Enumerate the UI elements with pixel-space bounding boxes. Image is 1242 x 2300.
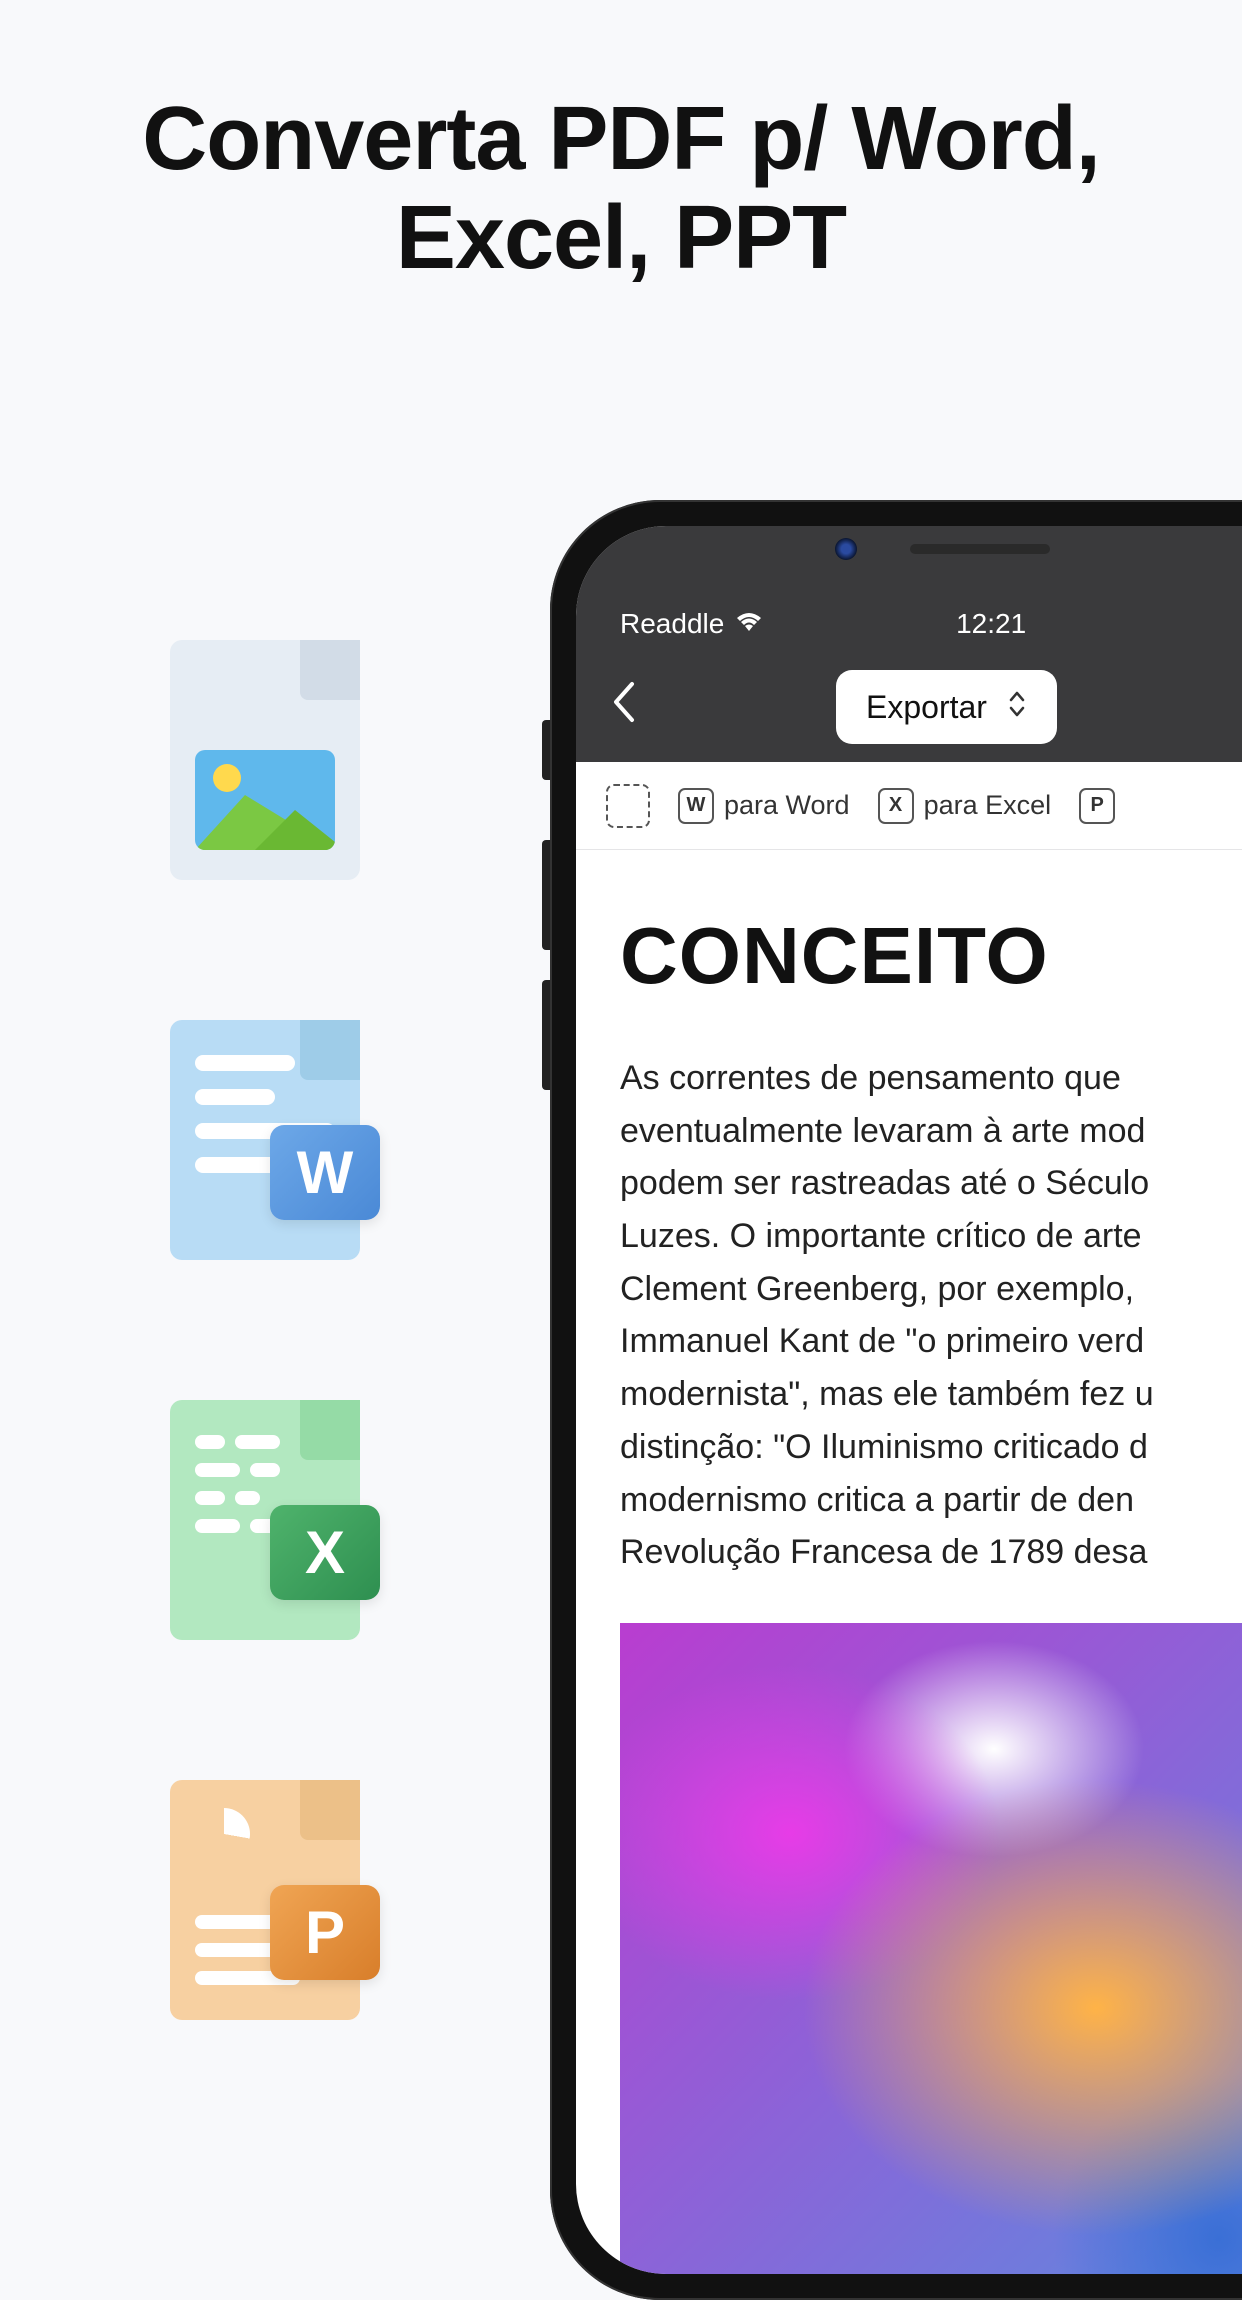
convert-to-word-button[interactable]: W para Word xyxy=(678,788,850,824)
phone-side-button xyxy=(542,720,550,780)
promo-headline: Converta PDF p/ Word, Excel, PPT xyxy=(0,0,1242,288)
word-format-badge: W xyxy=(678,788,714,824)
phone-side-button xyxy=(542,980,550,1090)
convert-option-label: para Word xyxy=(724,790,850,821)
document-embedded-image xyxy=(620,1623,1242,2274)
phone-camera-icon xyxy=(835,538,857,560)
phone-speaker-icon xyxy=(910,544,1050,554)
excel-badge-letter: X xyxy=(270,1505,380,1600)
selection-icon[interactable] xyxy=(606,784,650,828)
chevron-up-down-icon xyxy=(1007,689,1027,726)
word-badge-letter: W xyxy=(270,1125,380,1220)
file-type-icon-column: W X P xyxy=(170,640,360,2020)
phone-mockup: Readdle 12:21 Exportar W xyxy=(550,500,1242,2300)
ppt-badge-letter: P xyxy=(270,1885,380,1980)
convert-option-label: para Excel xyxy=(924,790,1052,821)
phone-side-button xyxy=(542,840,550,950)
back-button[interactable] xyxy=(610,678,636,736)
document-content: CONCEITO As correntes de pensamento que … xyxy=(576,850,1242,2274)
document-paragraph: As correntes de pensamento que eventualm… xyxy=(620,1052,1242,1579)
convert-to-ppt-button[interactable]: P xyxy=(1079,788,1125,824)
status-bar: Readdle 12:21 xyxy=(576,526,1242,652)
convert-to-excel-button[interactable]: X para Excel xyxy=(878,788,1052,824)
ppt-file-icon: P xyxy=(170,1780,360,2020)
carrier-label: Readdle xyxy=(620,608,724,640)
convert-options-strip: W para Word X para Excel P xyxy=(576,762,1242,850)
ppt-format-badge: P xyxy=(1079,788,1115,824)
export-dropdown[interactable]: Exportar xyxy=(836,670,1057,744)
image-file-icon xyxy=(170,640,360,880)
excel-file-icon: X xyxy=(170,1400,360,1640)
export-label: Exportar xyxy=(866,689,987,726)
clock-label: 12:21 xyxy=(956,608,1026,640)
excel-format-badge: X xyxy=(878,788,914,824)
phone-screen: Readdle 12:21 Exportar W xyxy=(576,526,1242,2274)
app-nav-bar: Exportar xyxy=(576,652,1242,762)
document-title: CONCEITO xyxy=(620,910,1242,1002)
word-file-icon: W xyxy=(170,1020,360,1260)
wifi-icon xyxy=(736,608,762,640)
